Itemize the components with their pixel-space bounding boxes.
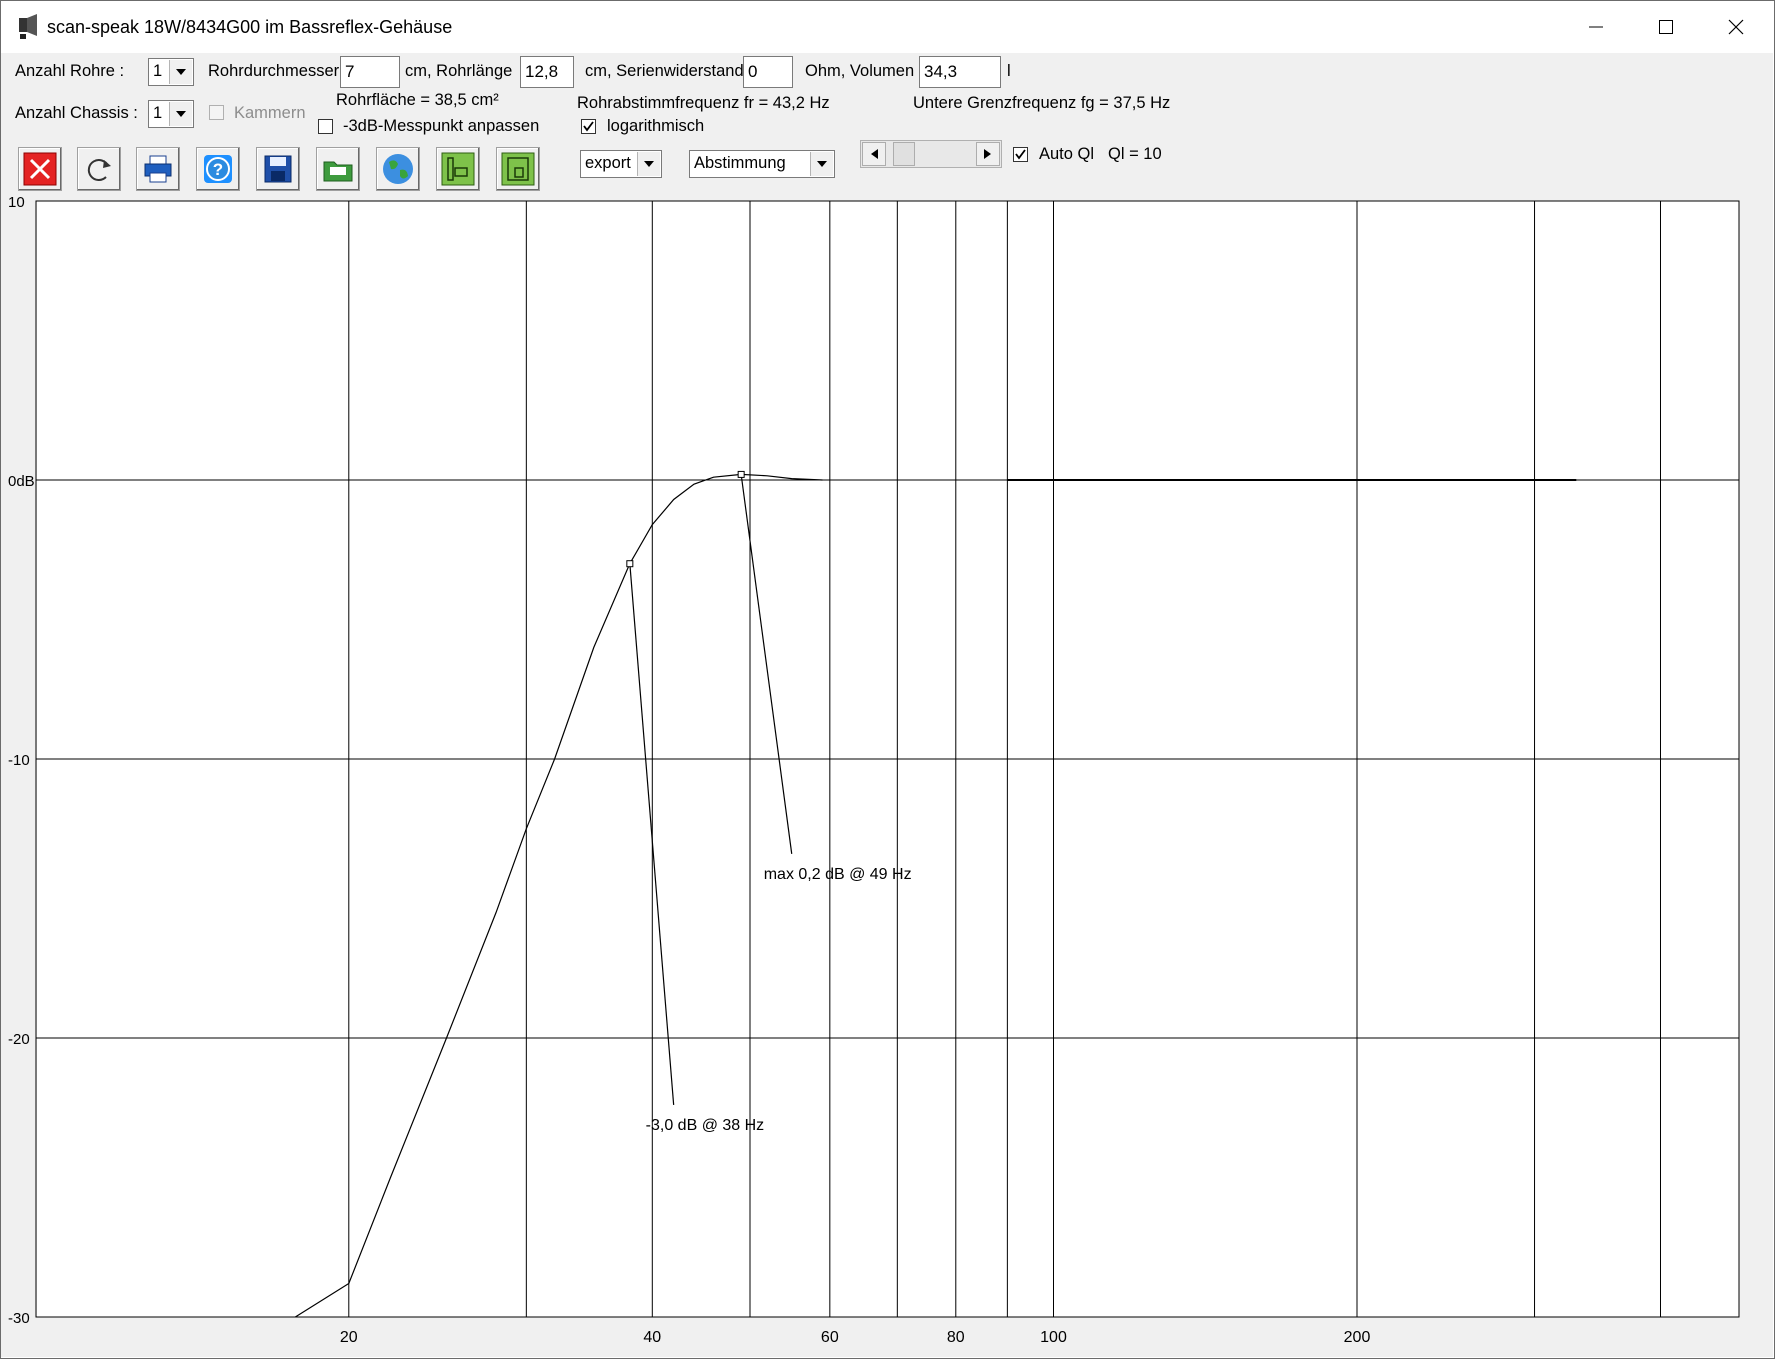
- help-icon: ?: [204, 155, 232, 183]
- volumen-unit: l: [1007, 62, 1011, 80]
- scroll-left-button[interactable]: [862, 142, 886, 166]
- rohrflaeche-text: Rohrfläche = 38,5 cm²: [336, 91, 499, 109]
- ql-scrollbar[interactable]: [860, 140, 1002, 168]
- anzahl-rohre-label: Anzahl Rohre :: [15, 62, 125, 80]
- chevron-down-icon[interactable]: [169, 102, 192, 126]
- globe-icon: [383, 154, 413, 184]
- rohrabstimm-text: Rohrabstimmfrequenz fr = 43,2 Hz: [577, 94, 830, 112]
- minimize-icon: [1589, 26, 1603, 28]
- save-button[interactable]: [256, 147, 300, 191]
- rohrdurchmesser-label: Rohrdurchmesser: [208, 62, 340, 80]
- plot-area[interactable]: [37, 201, 1739, 1317]
- maximize-icon: [1659, 20, 1673, 34]
- kammern-checkbox[interactable]: [209, 105, 224, 120]
- chevron-down-icon[interactable]: [810, 152, 833, 176]
- help-button[interactable]: ?: [196, 147, 240, 191]
- logarithmisch-label: logarithmisch: [607, 117, 705, 135]
- anzahl-rohre-select[interactable]: 1: [148, 58, 194, 86]
- abstimmung-value: Abstimmung: [694, 154, 786, 172]
- refresh-button[interactable]: [77, 147, 121, 191]
- serienwiderstand-input[interactable]: 0: [743, 56, 793, 88]
- svg-text:?: ?: [213, 160, 223, 179]
- window-title: scan-speak 18W/8434G00 im Bassreflex-Geh…: [47, 17, 453, 37]
- chassis-right-icon: [501, 152, 535, 186]
- export-select[interactable]: export: [580, 150, 662, 178]
- abstimmung-select[interactable]: Abstimmung: [689, 150, 835, 178]
- rohrlaenge-label: cm, Rohrlänge: [405, 62, 513, 80]
- save-icon: [264, 155, 292, 183]
- export-value: export: [585, 154, 631, 172]
- chassis-right-button[interactable]: [496, 147, 540, 191]
- rohrdurchmesser-input[interactable]: 7: [340, 56, 400, 88]
- check-icon: [1015, 149, 1026, 160]
- kammern-label: Kammern: [234, 104, 306, 122]
- scroll-thumb[interactable]: [893, 142, 915, 166]
- auto-ql-checkbox[interactable]: [1013, 147, 1028, 162]
- chevron-down-icon[interactable]: [637, 152, 660, 176]
- chevron-down-icon[interactable]: [169, 60, 192, 84]
- anzahl-chassis-label: Anzahl Chassis :: [15, 104, 138, 122]
- chassis-left-icon: [441, 152, 475, 186]
- messpunkt-label: -3dB-Messpunkt anpassen: [343, 117, 540, 135]
- ql-value-text: Ql = 10: [1108, 145, 1162, 163]
- volumen-label: Ohm, Volumen: [805, 62, 915, 80]
- refresh-icon: [87, 159, 111, 182]
- print-button[interactable]: [136, 147, 180, 191]
- check-icon: [583, 121, 594, 132]
- scroll-right-button[interactable]: [976, 142, 1000, 166]
- messpunkt-checkbox[interactable]: [318, 119, 333, 134]
- serienwiderstand-label: cm, Serienwiderstand: [585, 62, 744, 80]
- grenzfrequenz-text: Untere Grenzfrequenz fg = 37,5 Hz: [913, 94, 1171, 112]
- chassis-left-button[interactable]: [436, 147, 480, 191]
- auto-ql-label: Auto Ql: [1039, 145, 1095, 163]
- speaker-app-icon: [17, 14, 41, 40]
- open-folder-icon: [323, 161, 353, 182]
- volumen-input[interactable]: 34,3: [919, 56, 1001, 88]
- title-bar[interactable]: scan-speak 18W/8434G00 im Bassreflex-Geh…: [1, 1, 1774, 53]
- maximize-button[interactable]: [1639, 1, 1693, 53]
- close-window-button[interactable]: [1709, 1, 1763, 53]
- anzahl-chassis-select[interactable]: 1: [148, 100, 194, 128]
- anzahl-rohre-value: 1: [153, 62, 163, 80]
- exit-button[interactable]: [18, 147, 62, 191]
- globe-button[interactable]: [376, 147, 420, 191]
- arrow-right-icon: [984, 149, 991, 159]
- minimize-button[interactable]: [1569, 1, 1623, 53]
- open-folder-button[interactable]: [316, 147, 360, 191]
- close-red-icon: [23, 152, 57, 186]
- logarithmisch-checkbox[interactable]: [581, 119, 596, 134]
- print-icon: [144, 155, 172, 183]
- anzahl-chassis-value: 1: [153, 104, 163, 122]
- rohrlaenge-input[interactable]: 12,8: [520, 56, 574, 88]
- close-icon: [1728, 19, 1744, 35]
- arrow-left-icon: [871, 149, 878, 159]
